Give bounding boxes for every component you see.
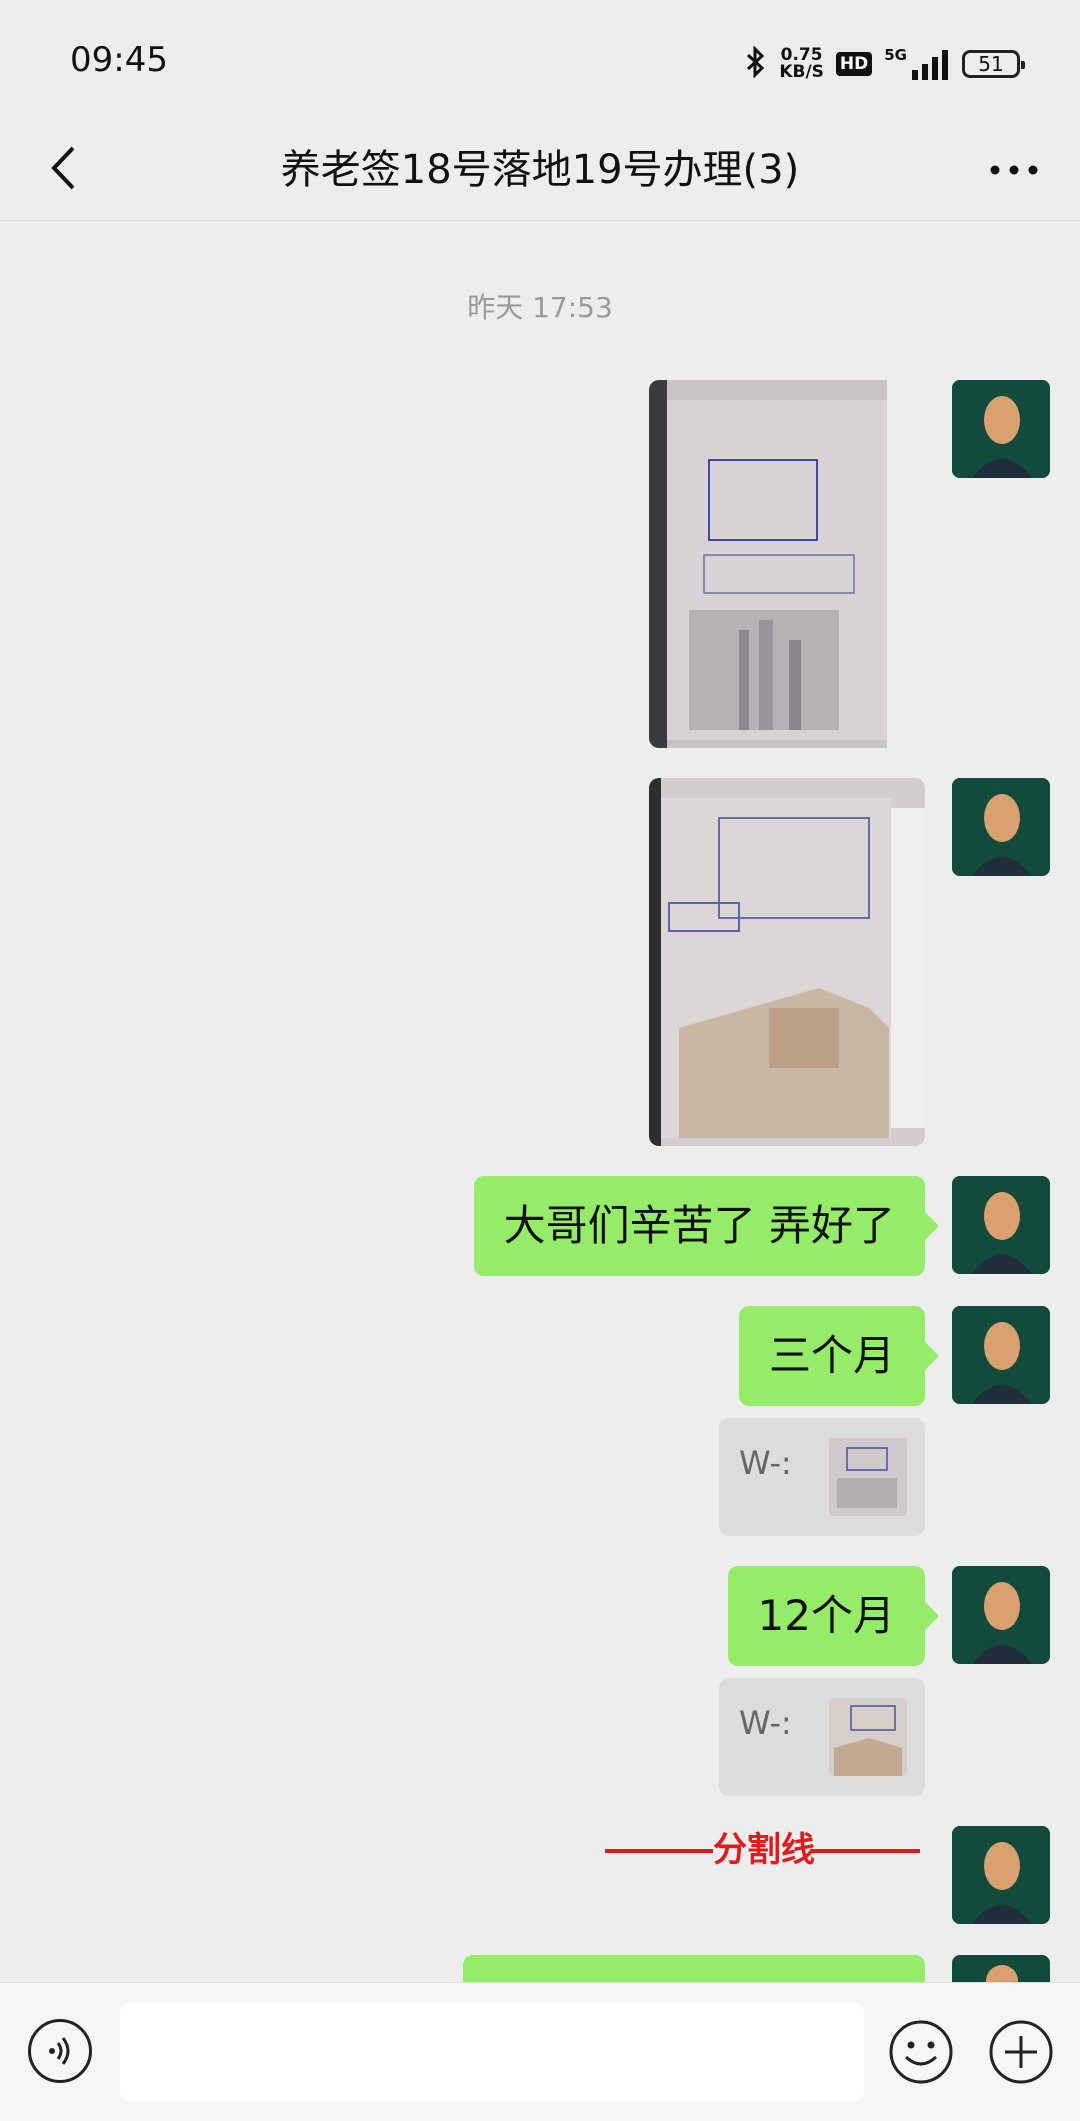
- network-type: 5G: [884, 46, 907, 64]
- quoted-message[interactable]: W-:: [719, 1418, 925, 1536]
- quote-thumbnail: [829, 1698, 907, 1776]
- avatar[interactable]: [952, 1566, 1050, 1664]
- text-bubble[interactable]: 12个月: [727, 1566, 940, 1666]
- hd-badge: HD: [835, 52, 873, 76]
- battery-level: 51: [978, 52, 1004, 76]
- avatar-image: [952, 1566, 1050, 1664]
- chevron-left-icon: [51, 146, 75, 190]
- more-button[interactable]: [984, 140, 1044, 200]
- quote-sender: W-:: [739, 1444, 792, 1482]
- net-speed: 0.75 KB/S: [779, 45, 824, 82]
- avatar[interactable]: [952, 1176, 1050, 1274]
- avatar-image: [952, 778, 1050, 876]
- avatar[interactable]: [952, 380, 1050, 478]
- voice-icon: [49, 2037, 70, 2065]
- passport-visa-page-image: [649, 380, 925, 748]
- avatar-partial[interactable]: [952, 1955, 1050, 1982]
- quote-thumbnail: [829, 1438, 907, 1516]
- bluetooth-icon: [745, 45, 767, 82]
- chat-header: 养老签18号落地19号办理(3): [0, 120, 1080, 221]
- passport-thumbnail-image: [829, 1698, 907, 1776]
- emoji-button[interactable]: [888, 2019, 954, 2085]
- quoted-message[interactable]: W-:: [719, 1678, 925, 1796]
- avatar-image: [952, 1306, 1050, 1404]
- avatar-image: [952, 1176, 1050, 1274]
- text-bubble-partial[interactable]: [463, 1955, 925, 1982]
- divider-text: 分割线: [713, 1830, 815, 1870]
- voice-button[interactable]: [28, 2019, 92, 2083]
- chat-title: 养老签18号落地19号办理(3): [280, 147, 800, 193]
- battery-icon: 51: [962, 50, 1025, 78]
- more-functions-button[interactable]: [988, 2019, 1054, 2085]
- plus-icon: [989, 2020, 1053, 2084]
- quote-sender: W-:: [739, 1704, 792, 1742]
- avatar[interactable]: [952, 1306, 1050, 1404]
- signal-icon: 5G: [884, 48, 950, 80]
- divider-line-right: [812, 1849, 920, 1853]
- avatar[interactable]: [952, 1826, 1050, 1924]
- chat-timestamp: 昨天 17:53: [467, 291, 613, 324]
- status-bar: 09:45 0.75 KB/S HD 5G 51: [0, 0, 1080, 120]
- more-dots-icon: [990, 165, 1038, 175]
- status-time: 09:45: [70, 40, 168, 80]
- back-button[interactable]: [34, 138, 94, 198]
- image-message[interactable]: [649, 778, 925, 1146]
- smiley-icon: [889, 2020, 953, 2084]
- image-message[interactable]: [649, 380, 925, 748]
- avatar-image: [986, 1965, 1018, 1982]
- message-input[interactable]: [120, 2003, 864, 2101]
- text-bubble[interactable]: 大哥们辛苦了 弄好了: [473, 1176, 940, 1276]
- input-bar: [0, 1982, 1080, 2121]
- avatar[interactable]: [952, 778, 1050, 876]
- passport-thumbnail-image: [829, 1438, 907, 1516]
- passport-extension-page-image: [649, 778, 925, 1146]
- divider-line-left: [605, 1849, 713, 1853]
- avatar-image: [952, 1826, 1050, 1924]
- avatar-image: [952, 380, 1050, 478]
- status-icons: 0.75 KB/S HD 5G 51: [745, 44, 1025, 84]
- text-bubble[interactable]: 三个月: [738, 1306, 940, 1406]
- divider-message[interactable]: 分割线: [605, 1825, 920, 1875]
